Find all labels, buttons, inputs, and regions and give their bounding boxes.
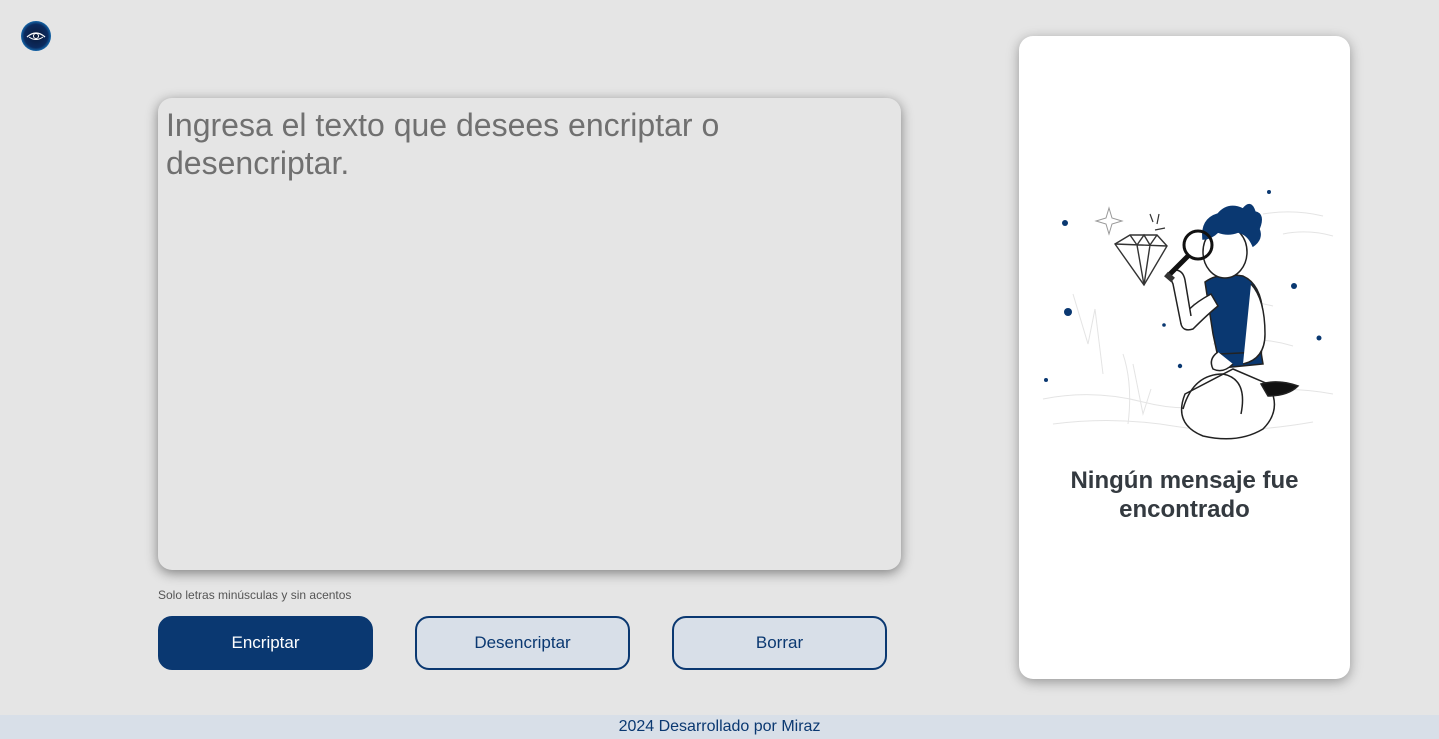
footer-text: 2024 Desarrollado por Miraz [618, 718, 821, 735]
searching-person-illustration [1042, 190, 1334, 440]
message-input[interactable] [158, 98, 901, 570]
footer: 2024 Desarrollado por Miraz [0, 715, 1439, 739]
logo[interactable] [21, 21, 51, 51]
clear-button[interactable]: Borrar [672, 616, 887, 670]
input-hint: Solo letras minúsculas y sin acentos [158, 588, 351, 602]
result-title: Ningún mensaje fue encontrado [1070, 467, 1299, 523]
hint-text: Solo letras minúsculas y sin acentos [158, 588, 352, 602]
result-panel: Ningún mensaje fue encontrado [1019, 36, 1350, 679]
eye-logo-icon [26, 32, 46, 40]
encrypt-button[interactable]: Encriptar [158, 616, 373, 670]
decrypt-button[interactable]: Desencriptar [415, 616, 630, 670]
